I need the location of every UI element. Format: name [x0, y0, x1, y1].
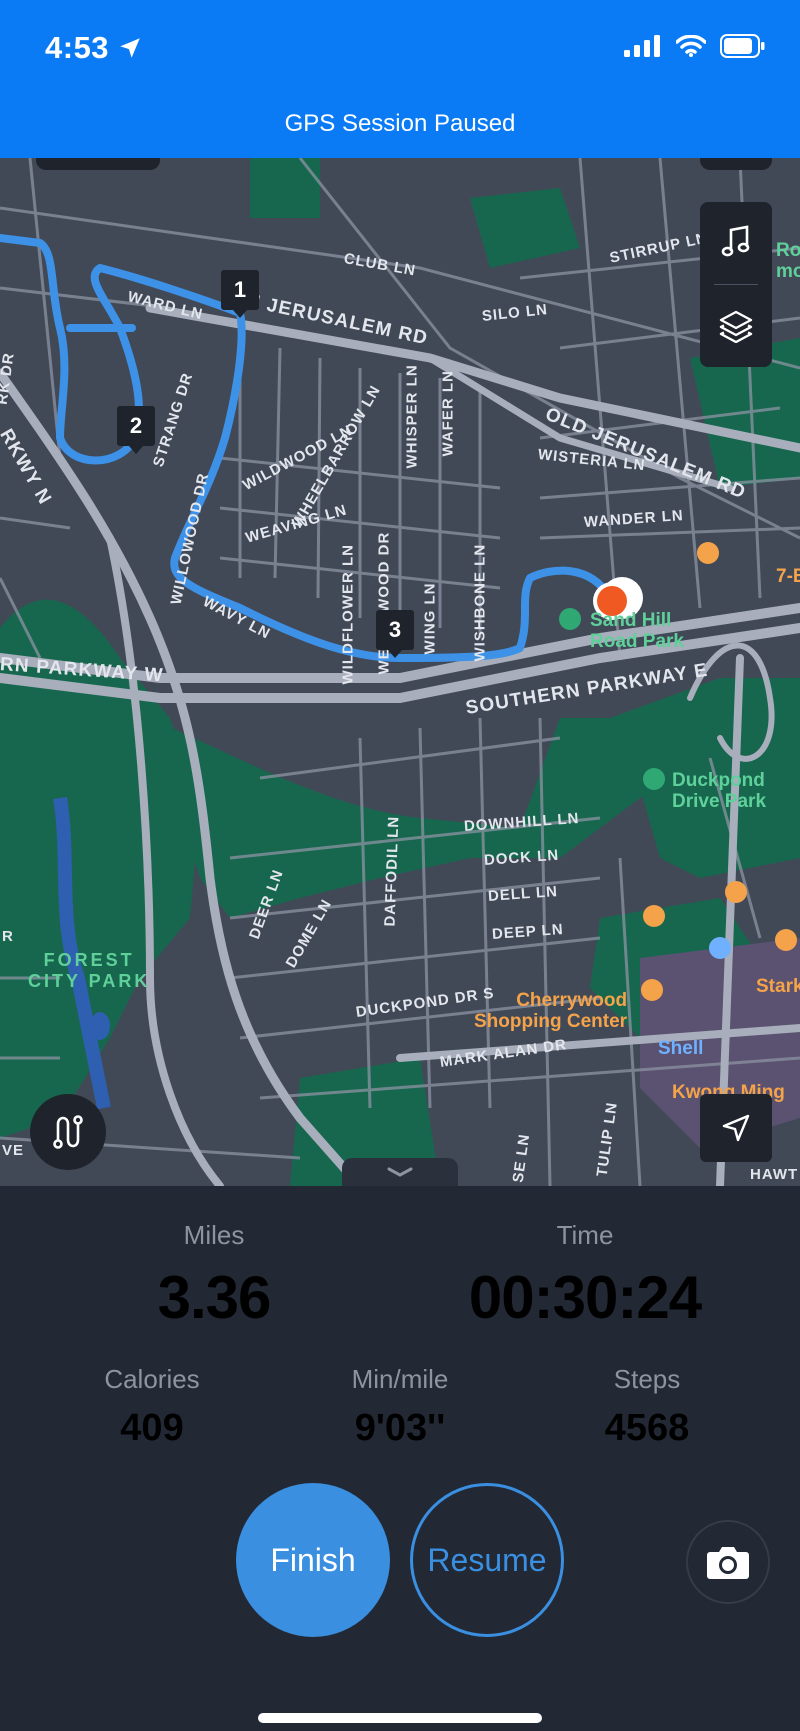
steps-label: Steps — [613, 1364, 681, 1394]
poi-label[interactable]: Ro mo — [776, 240, 800, 282]
route-marker-3[interactable]: 3 — [376, 610, 414, 658]
layers-icon — [719, 310, 753, 343]
time-stat: Time 00:30:24 — [445, 1220, 725, 1332]
poi-label[interactable]: Cherrywood Shopping Center — [474, 990, 627, 1032]
finish-button[interactable]: Finish — [236, 1483, 390, 1637]
street-label: WILDFLOWER LN — [339, 544, 357, 685]
divider — [714, 284, 758, 285]
miles-stat: Miles 3.36 — [114, 1220, 314, 1332]
route-icon — [53, 1115, 83, 1149]
camera-button[interactable] — [686, 1520, 770, 1604]
street-label: R — [2, 928, 14, 945]
status-bar-time: 4:53 — [45, 30, 143, 66]
paused-banner: GPS Session Paused — [284, 110, 516, 137]
map-controls — [700, 202, 772, 367]
route-marker-1[interactable]: 1 — [221, 270, 259, 318]
time-label: Time — [556, 1220, 614, 1250]
calories-label: Calories — [104, 1364, 200, 1394]
home-indicator[interactable] — [258, 1713, 542, 1723]
panel-handle[interactable] — [342, 1158, 458, 1186]
calories-value: 409 — [120, 1407, 184, 1449]
status-indicators — [624, 34, 766, 58]
map-overlay-pill[interactable] — [700, 158, 772, 170]
recenter-button[interactable] — [700, 1094, 772, 1162]
layers-button[interactable] — [700, 286, 772, 366]
pace-value: 9'03'' — [354, 1407, 446, 1449]
route-toggle-button[interactable] — [30, 1094, 106, 1170]
chevron-down-icon — [387, 1167, 413, 1177]
pace-stat: Min/mile 9'03'' — [320, 1364, 480, 1450]
location-arrow-icon — [120, 38, 140, 58]
miles-value: 3.36 — [157, 1264, 272, 1331]
signal-icon — [624, 35, 660, 57]
street-label: WISHBONE LN — [471, 543, 489, 662]
poi-label[interactable]: Sand Hill Road Park — [590, 610, 684, 652]
street-label: WHISPER LN — [403, 364, 421, 469]
poi-label[interactable]: Duckpond Drive Park — [672, 770, 766, 812]
music-note-icon — [721, 225, 750, 257]
battery-icon — [720, 34, 765, 58]
calories-stat: Calories 409 — [72, 1364, 232, 1450]
poi-label[interactable]: 7-E — [776, 566, 800, 587]
map-view[interactable]: CLUB LN STIRRUP LN WARD LN N JERUSALEM R… — [0, 158, 800, 1186]
street-label: VE — [2, 1142, 25, 1159]
street-label: WING LN — [421, 582, 439, 655]
camera-icon — [707, 1547, 749, 1579]
street-label: HAWT — [750, 1166, 799, 1183]
map-overlay-pill[interactable] — [36, 158, 160, 170]
poi-label[interactable]: Stark — [756, 976, 800, 997]
park-label: FOREST CITY PARK — [28, 950, 151, 991]
poi-label[interactable]: Shell — [658, 1038, 703, 1059]
miles-label: Miles — [183, 1220, 245, 1250]
time-value: 00:30:24 — [468, 1264, 702, 1331]
street-label: WAFER LN — [439, 370, 457, 457]
steps-value: 4568 — [604, 1407, 690, 1449]
route-marker-2[interactable]: 2 — [117, 406, 155, 454]
clock: 4:53 — [45, 30, 110, 65]
music-button[interactable] — [700, 202, 772, 282]
pace-label: Min/mile — [351, 1364, 449, 1394]
location-arrow-icon — [722, 1114, 750, 1142]
wifi-icon — [676, 35, 706, 57]
status-header: 4:53 GPS Session Paused — [0, 0, 800, 158]
steps-stat: Steps 4568 — [567, 1364, 727, 1450]
resume-button[interactable]: Resume — [410, 1483, 564, 1637]
